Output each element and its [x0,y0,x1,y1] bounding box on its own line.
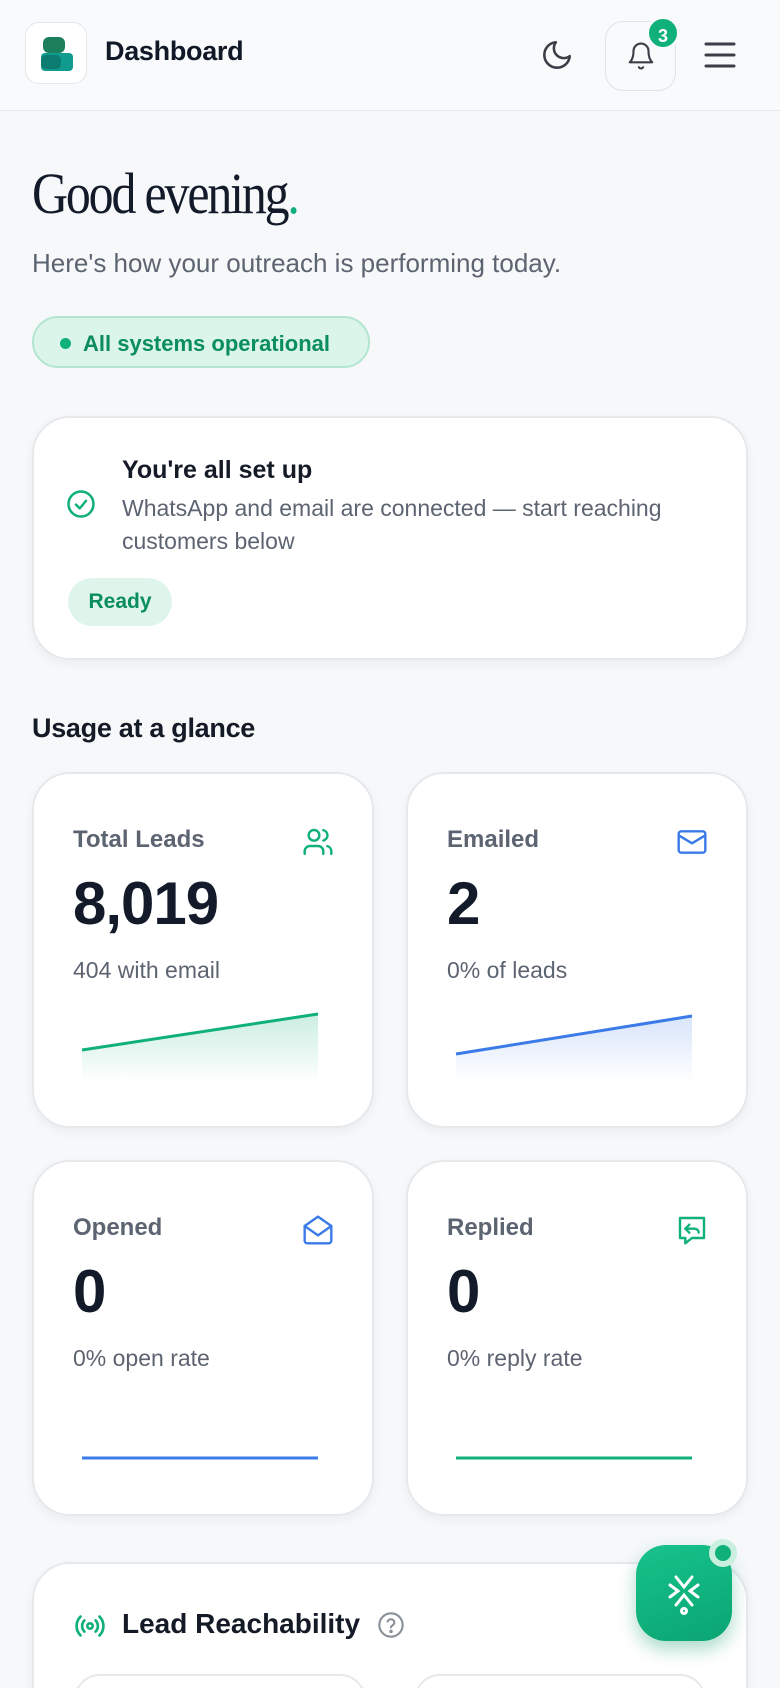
help-icon[interactable] [377,1611,405,1644]
usage-heading: Usage at a glance [32,713,256,743]
mail-icon [676,826,708,863]
stat-note: 0% reply rate [447,1345,583,1371]
reachability-title: Lead Reachability [122,1608,361,1639]
online-status-dot [709,1539,737,1567]
sparkline-chart [455,1014,693,1082]
stat-value: 8,019 [73,870,219,937]
app-logo[interactable] [25,22,87,84]
stat-value: 0 [73,1258,106,1325]
menu-icon[interactable] [703,40,737,75]
greeting-dot: . [287,161,299,226]
reachability-tile [74,1674,366,1688]
top-bar: Dashboard 3 [0,0,780,111]
moon-icon[interactable] [540,38,574,77]
greeting-subtitle: Here's how your outreach is performing t… [32,248,562,278]
setup-card: You're all set up WhatsApp and email are… [32,416,748,660]
stat-note: 0% of leads [447,957,568,983]
stat-value: 0 [447,1258,480,1325]
users-icon [302,826,334,863]
app-title: Dashboard [105,36,244,66]
status-label: All systems operational [83,331,330,356]
stat-label: Opened [73,1214,163,1241]
stat-label: Replied [447,1214,534,1241]
stat-card-total-leads[interactable]: Total Leads 8,019 404 with email [32,772,374,1128]
broadcast-icon [74,1610,106,1647]
mail-open-icon [302,1214,334,1251]
stat-note: 404 with email [73,957,221,983]
sparkline-chart [82,1456,318,1460]
sparkline-chart [81,1012,319,1082]
greeting-title: Good evening. [32,160,300,227]
sparkle-icon [668,1575,700,1615]
stat-note: 0% open rate [73,1345,210,1371]
stat-value: 2 [447,870,480,937]
stat-card-emailed[interactable]: Emailed 2 0% of leads [406,772,748,1128]
setup-title: You're all set up [122,456,313,484]
system-status-badge: All systems operational [32,316,370,368]
check-circle-icon [66,489,96,524]
greeting-text: Good evening [32,161,290,226]
sparkline-chart [456,1456,692,1460]
status-dot-icon [60,338,71,349]
stat-label: Emailed [447,826,540,853]
stat-card-opened[interactable]: Opened 0 0% open rate [32,1160,374,1516]
reachability-tile [414,1674,706,1688]
setup-description: WhatsApp and email are connected — start… [122,495,662,554]
stat-card-replied[interactable]: Replied 0 0% reply rate [406,1160,748,1516]
notification-count-badge: 3 [646,16,680,50]
stat-label: Total Leads [73,826,205,853]
reply-icon [676,1214,708,1251]
ready-badge: Ready [68,578,172,626]
